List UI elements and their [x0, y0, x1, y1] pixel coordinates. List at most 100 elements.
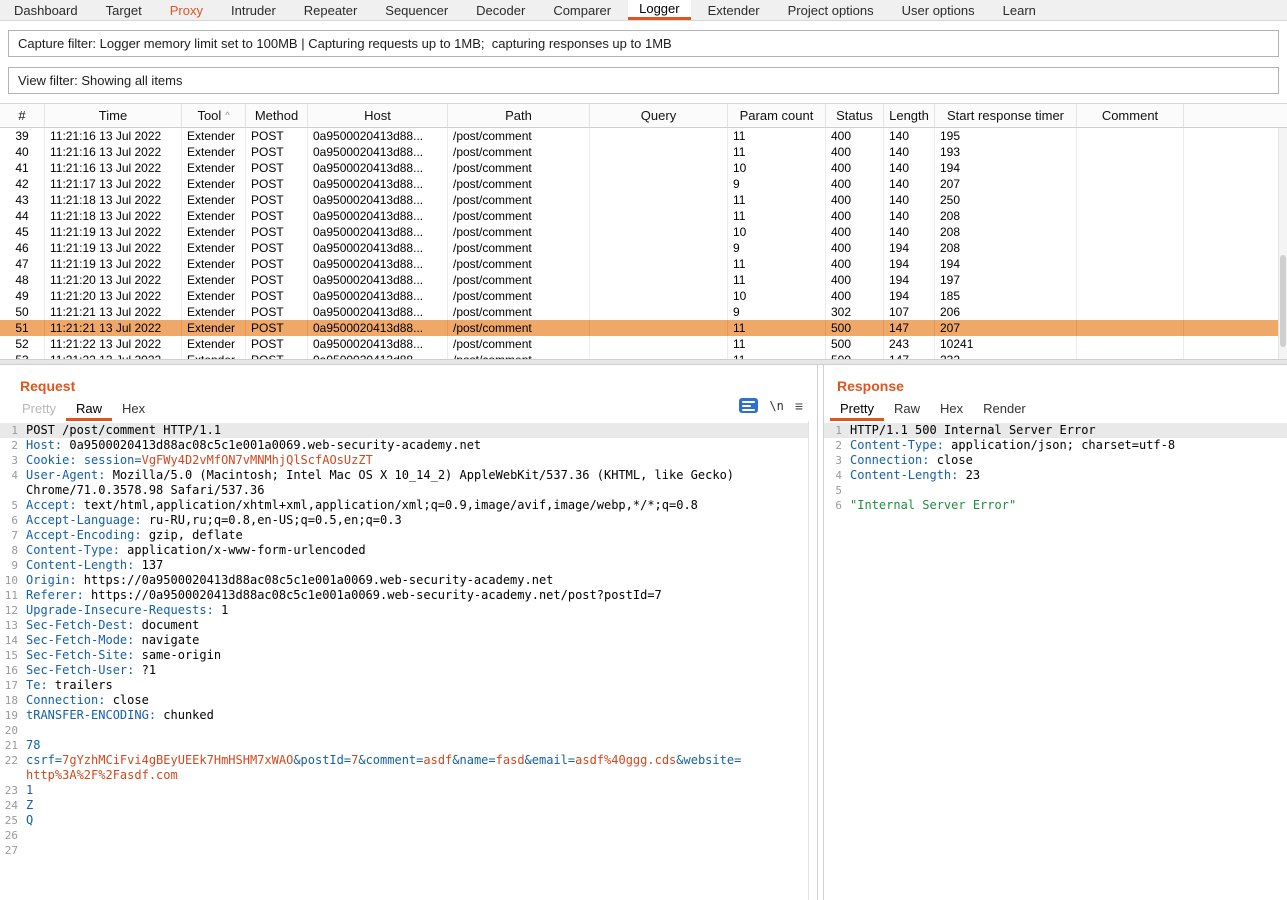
cell-start-response-timer: 206	[935, 304, 1077, 320]
code-segment: Origin:	[26, 573, 77, 587]
column-header-num[interactable]: #	[0, 104, 45, 127]
response-tab-raw[interactable]: Raw	[884, 395, 930, 421]
cell-num: 53	[0, 352, 45, 359]
cell-length: 243	[884, 336, 935, 352]
tab-repeater[interactable]: Repeater	[293, 0, 368, 20]
log-row-46[interactable]: 4611:21:19 13 Jul 2022ExtenderPOST0a9500…	[0, 240, 1287, 256]
log-row-43[interactable]: 4311:21:18 13 Jul 2022ExtenderPOST0a9500…	[0, 192, 1287, 208]
tab-proxy[interactable]: Proxy	[159, 0, 214, 20]
column-header-start-response-timer[interactable]: Start response timer	[935, 104, 1077, 127]
log-row-42[interactable]: 4211:21:17 13 Jul 2022ExtenderPOST0a9500…	[0, 176, 1287, 192]
log-row-39[interactable]: 3911:21:16 13 Jul 2022ExtenderPOST0a9500…	[0, 128, 1287, 144]
log-row-52[interactable]: 5211:21:22 13 Jul 2022ExtenderPOST0a9500…	[0, 336, 1287, 352]
cell-comment	[1077, 144, 1184, 160]
request-editor[interactable]: 1POST /post/comment HTTP/1.12Host: 0a950…	[0, 421, 809, 900]
capture-filter-text: Capture filter: Logger memory limit set …	[18, 36, 672, 51]
line-content: Origin: https://0a9500020413d88ac08c5c1e…	[26, 573, 808, 588]
line-number: 23	[0, 783, 26, 798]
editor-menu-icon[interactable]: ≡	[795, 399, 803, 413]
cell-host: 0a9500020413d88...	[308, 192, 448, 208]
tab-sequencer[interactable]: Sequencer	[374, 0, 459, 20]
scrollbar-thumb[interactable]	[1280, 255, 1286, 347]
response-editor[interactable]: 1HTTP/1.1 500 Internal Server Error2Cont…	[824, 421, 1287, 900]
column-header-path[interactable]: Path	[448, 104, 590, 127]
tab-dashboard[interactable]: Dashboard	[3, 0, 89, 20]
column-header-comment[interactable]: Comment	[1077, 104, 1184, 127]
line-number: 5	[824, 483, 850, 498]
log-row-40[interactable]: 4011:21:16 13 Jul 2022ExtenderPOST0a9500…	[0, 144, 1287, 160]
response-tab-hex[interactable]: Hex	[930, 395, 973, 421]
column-header-time[interactable]: Time	[45, 104, 182, 127]
code-segment: Content-Length:	[850, 468, 958, 482]
code-segment: Upgrade-Insecure-Requests:	[26, 603, 214, 617]
line-number: 21	[0, 738, 26, 753]
cell-length: 194	[884, 240, 935, 256]
cell-time: 11:21:18 13 Jul 2022	[45, 192, 182, 208]
log-row-50[interactable]: 5011:21:21 13 Jul 2022ExtenderPOST0a9500…	[0, 304, 1287, 320]
column-header-host[interactable]: Host	[308, 104, 448, 127]
response-tab-render[interactable]: Render	[973, 395, 1036, 421]
cell-num: 52	[0, 336, 45, 352]
view-filter-bar[interactable]: View filter: Showing all items	[8, 67, 1279, 94]
log-row-47[interactable]: 4711:21:19 13 Jul 2022ExtenderPOST0a9500…	[0, 256, 1287, 272]
log-row-45[interactable]: 4511:21:19 13 Jul 2022ExtenderPOST0a9500…	[0, 224, 1287, 240]
cell-query	[590, 352, 728, 359]
code-segment: text/html,application/xhtml+xml,applicat…	[77, 498, 698, 512]
editor-line: 16Sec-Fetch-User: ?1	[0, 663, 808, 678]
tab-logger[interactable]: Logger	[628, 0, 690, 20]
editor-line: 2Content-Type: application/json; charset…	[824, 438, 1287, 453]
show-nonprintable-icon[interactable]: \n	[769, 399, 783, 413]
request-tab-pretty[interactable]: Pretty	[12, 395, 66, 421]
tab-target[interactable]: Target	[95, 0, 153, 20]
editor-line: 1POST /post/comment HTTP/1.1	[0, 423, 808, 438]
column-header-query[interactable]: Query	[590, 104, 728, 127]
code-segment: VgFWy4D2vMfON7vMNMhjQlScfAOsUzZT	[142, 453, 373, 467]
cell-tool: Extender	[182, 256, 246, 272]
log-row-48[interactable]: 4811:21:20 13 Jul 2022ExtenderPOST0a9500…	[0, 272, 1287, 288]
tab-learn[interactable]: Learn	[992, 0, 1047, 20]
request-panel: Request PrettyRawHex \n ≡ 1POST /post/co…	[0, 365, 818, 900]
code-segment: Sec-Fetch-Site:	[26, 648, 134, 662]
tab-decoder[interactable]: Decoder	[465, 0, 536, 20]
cell-comment	[1077, 256, 1184, 272]
line-number: 8	[0, 543, 26, 558]
log-row-41[interactable]: 4111:21:16 13 Jul 2022ExtenderPOST0a9500…	[0, 160, 1287, 176]
capture-filter-bar[interactable]: Capture filter: Logger memory limit set …	[8, 30, 1279, 57]
column-header-tool[interactable]: Tool^	[182, 104, 246, 127]
cell-comment	[1077, 352, 1184, 359]
cell-query	[590, 192, 728, 208]
tab-intruder[interactable]: Intruder	[220, 0, 287, 20]
column-header-status[interactable]: Status	[826, 104, 884, 127]
editor-line: 27	[0, 843, 808, 858]
code-segment: application/json; charset=utf-8	[944, 438, 1175, 452]
column-header-length[interactable]: Length	[884, 104, 935, 127]
tab-comparer[interactable]: Comparer	[542, 0, 622, 20]
table-vertical-scrollbar[interactable]	[1278, 128, 1287, 359]
log-row-51[interactable]: 5111:21:21 13 Jul 2022ExtenderPOST0a9500…	[0, 320, 1287, 336]
log-row-44[interactable]: 4411:21:18 13 Jul 2022ExtenderPOST0a9500…	[0, 208, 1287, 224]
log-row-49[interactable]: 4911:21:20 13 Jul 2022ExtenderPOST0a9500…	[0, 288, 1287, 304]
response-panel: Response PrettyRawHexRender 1HTTP/1.1 50…	[823, 365, 1287, 900]
column-header-label: Path	[505, 108, 532, 123]
code-segment: Q	[26, 813, 33, 827]
tab-project-options[interactable]: Project options	[777, 0, 885, 20]
cell-start-response-timer: 194	[935, 256, 1077, 272]
cell-tool: Extender	[182, 176, 246, 192]
response-tab-pretty[interactable]: Pretty	[830, 395, 884, 421]
line-number: 18	[0, 693, 26, 708]
code-segment: close	[929, 453, 972, 467]
column-header-param-count[interactable]: Param count	[728, 104, 826, 127]
cell-status: 400	[826, 192, 884, 208]
cell-query	[590, 320, 728, 336]
request-tab-raw[interactable]: Raw	[66, 395, 112, 421]
column-header-method[interactable]: Method	[246, 104, 308, 127]
code-segment: 23	[958, 468, 980, 482]
cell-query	[590, 256, 728, 272]
line-number: 7	[0, 528, 26, 543]
tab-extender[interactable]: Extender	[697, 0, 771, 20]
tab-user-options[interactable]: User options	[891, 0, 986, 20]
wrap-lines-icon[interactable]	[739, 398, 758, 413]
log-row-53[interactable]: 5311:21:22 13 Jul 2022ExtenderPOST0a9500…	[0, 352, 1287, 359]
request-tab-hex[interactable]: Hex	[112, 395, 155, 421]
cell-comment	[1077, 208, 1184, 224]
